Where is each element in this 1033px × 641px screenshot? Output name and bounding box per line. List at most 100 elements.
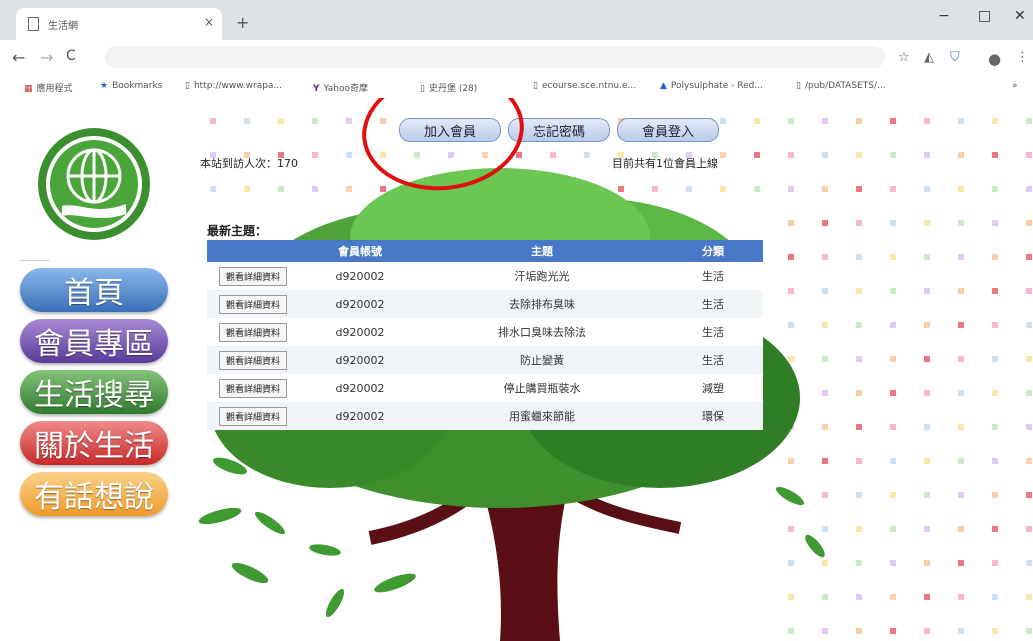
decorative-dot [958,254,964,260]
decorative-dot [720,118,726,124]
bookmark-item[interactable]: Y Yahoo奇摩 [313,81,368,94]
topic-cell: 防止變黃 [421,346,663,374]
bookmark-item[interactable]: ★ Bookmarks [100,81,162,91]
action-cell: 觀看詳細資料 [207,346,299,374]
decorative-dot [992,424,998,430]
decorative-dot [856,560,862,566]
account-icon[interactable]: ● [988,50,1001,68]
view-details-button[interactable]: 觀看詳細資料 [218,406,287,426]
action-cell: 觀看詳細資料 [207,262,299,290]
page-icon: ▯ [420,84,425,94]
decorative-dot [958,628,964,634]
decorative-dot [856,220,862,226]
sidebar-item-life-search[interactable]: 生活搜尋 [20,370,168,414]
decorative-dot [924,152,930,158]
decorative-dot [1026,220,1032,226]
close-tab-icon[interactable]: × [204,15,214,29]
decorative-dot [210,118,216,124]
decorative-dot [856,254,862,260]
decorative-dot [1026,288,1032,294]
decorative-dot [924,220,930,226]
bookmark-item[interactable]: ▯ ecourse.sce.ntnu.e... [533,81,636,91]
decorative-dot [992,492,998,498]
sidebar-item-home[interactable]: 首頁 [20,268,168,312]
bookmark-item[interactable]: ▦ 應用程式 [24,81,73,94]
bookmark-item[interactable]: ▯ 史丹堡 (28) [420,81,477,94]
decorative-dot [856,322,862,328]
more-bookmarks-button[interactable]: » [1012,81,1018,91]
bookmarks-bar: ▦ 應用程式 ★ Bookmarks ▯ http://www.wrapa... YY… [0,76,1033,99]
member-login-button[interactable]: 會員登入 [617,118,719,142]
bookmark-item[interactable]: ▯ http://www.wrapa... [185,81,282,91]
view-details-button[interactable]: 觀看詳細資料 [218,378,287,398]
decorative-dot [856,492,862,498]
sidebar-divider [20,260,50,261]
sidebar-item-member-area[interactable]: 會員專區 [20,319,168,363]
category-cell: 生活 [702,270,724,283]
decorative-dot [1026,390,1032,396]
new-tab-button[interactable]: + [236,13,249,32]
decorative-dot [1026,254,1032,260]
bookmark-star-icon[interactable]: ☆ [898,50,910,65]
table-row: 觀看詳細資料 d920002 去除排布臭味 生活 [207,290,763,318]
menu-icon[interactable]: ⋮ [1016,50,1029,65]
decorative-dot [890,356,896,362]
decorative-dot [1026,526,1032,532]
sidebar-item-about[interactable]: 關於生活 [20,421,168,465]
maximize-button[interactable]: □ [978,8,991,24]
decorative-dot [822,118,828,124]
page-icon: ▯ [533,81,538,91]
back-button[interactable]: ← [12,48,25,67]
view-details-button[interactable]: 觀看詳細資料 [218,294,287,314]
reload-button[interactable]: C [66,48,76,64]
decorative-dot [1026,560,1032,566]
decorative-dot [992,594,998,600]
decorative-dot [958,424,964,430]
address-bar[interactable] [105,46,885,68]
action-cell: 觀看詳細資料 [207,402,299,430]
web-page: 首頁 會員專區 生活搜尋 關於生活 有話想說 加入會員 忘記密碼 會員登入 本站… [0,98,1033,641]
category-cell: 環保 [663,402,763,430]
decorative-dot [1026,492,1032,498]
topics-table: 會員帳號 主題 分類 觀看詳細資料 d920002 汗垢跑光光 生活 觀看詳細資… [207,240,763,430]
table-row: 觀看詳細資料 d920002 防止變黃 生活 [207,346,763,374]
category-cell: 減塑 [702,382,724,395]
star-icon: ★ [100,81,109,91]
extension-icon[interactable]: ◭ [924,50,934,65]
bookmark-item[interactable]: ▲ Polysulphate - Red... [660,81,763,91]
forward-button[interactable]: → [40,48,53,67]
account-cell: d920002 [299,346,421,374]
decorative-dot [890,254,896,260]
minimize-button[interactable]: − [938,8,950,24]
decorative-dot [346,118,352,124]
column-header: 會員帳號 [299,240,421,262]
browser-tab[interactable]: 生活網 × [16,8,222,40]
decorative-dot [992,152,998,158]
view-details-button[interactable]: 觀看詳細資料 [218,266,287,286]
decorative-dot [992,254,998,260]
triangle-icon: ▲ [660,81,667,91]
decorative-dot [924,186,930,192]
decorative-dot [754,118,760,124]
decorative-dot [958,526,964,532]
topic-cell: 汗垢跑光光 [514,270,570,283]
shield-icon[interactable]: ⛉ [950,50,960,65]
decorative-dot [788,118,794,124]
decorative-dot [1026,424,1032,430]
account-cell: d920002 [335,325,385,339]
decorative-dot [958,390,964,396]
decorative-dot [1026,356,1032,362]
decorative-dot [924,254,930,260]
sidebar-item-say-something[interactable]: 有話想說 [20,472,168,516]
action-cell: 觀看詳細資料 [207,290,299,318]
view-details-button[interactable]: 觀看詳細資料 [218,350,287,370]
decorative-dot [244,118,250,124]
column-header: 主題 [421,240,663,262]
close-window-button[interactable]: ✕ [1014,8,1026,24]
view-details-button[interactable]: 觀看詳細資料 [218,322,287,342]
decorative-dot [992,458,998,464]
decorative-dot [958,152,964,158]
topic-cell: 去除排布臭味 [421,290,663,318]
bookmark-item[interactable]: ▯/pub/DATASETS/... [796,81,886,91]
decorative-dot [924,458,930,464]
